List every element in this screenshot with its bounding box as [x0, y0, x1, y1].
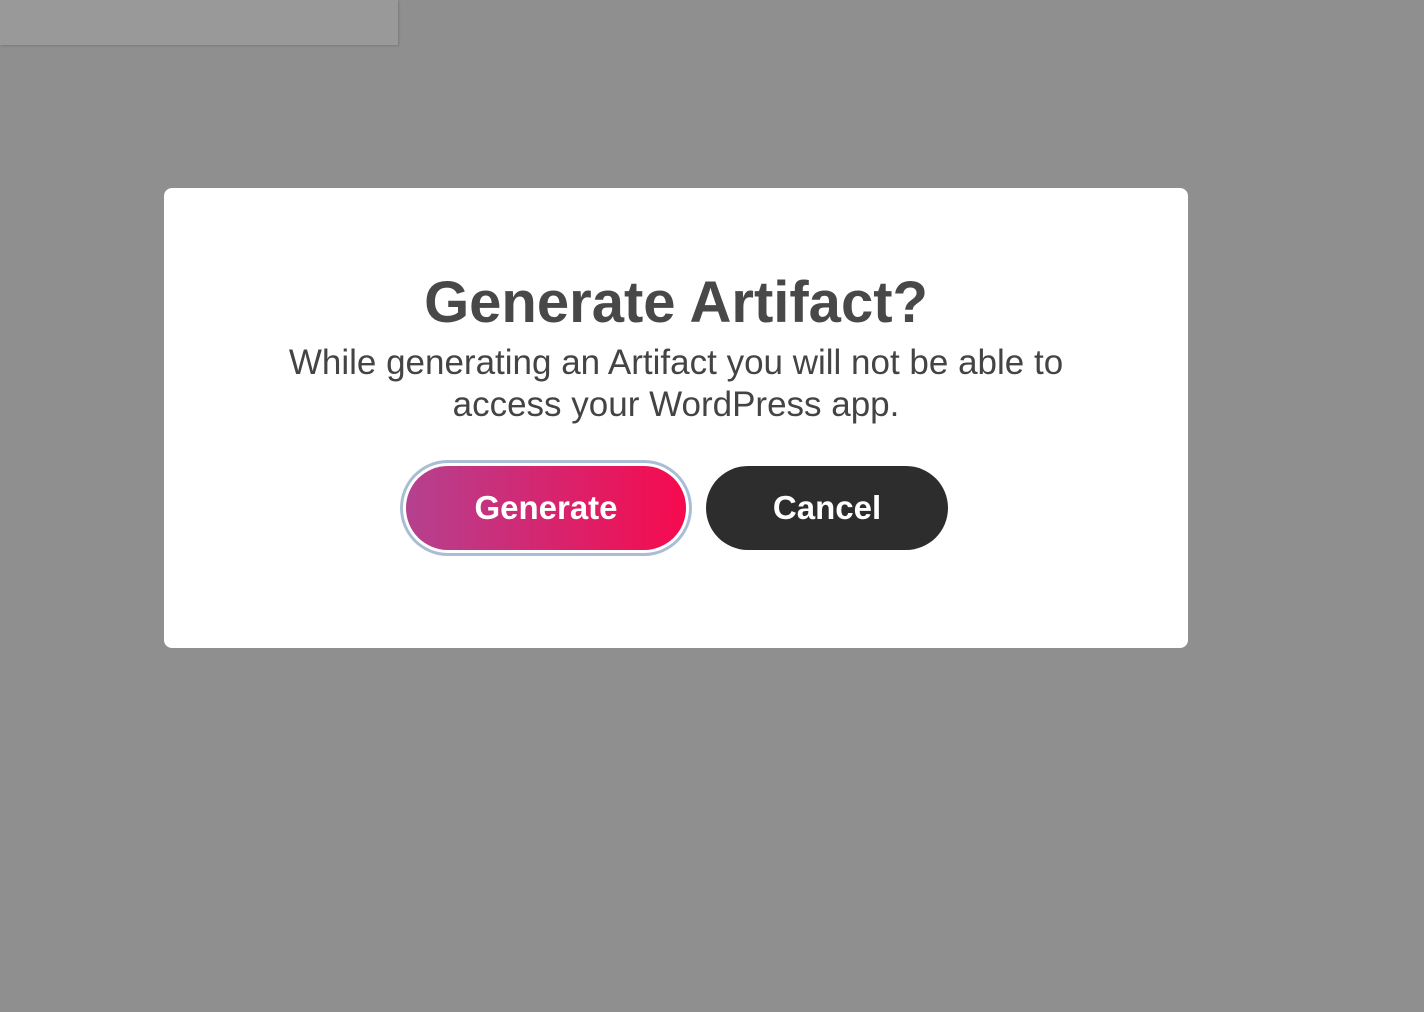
background-panel [0, 0, 398, 45]
generate-button[interactable]: Generate [406, 466, 686, 550]
cancel-button[interactable]: Cancel [706, 466, 948, 550]
dialog-message: While generating an Artifact you will no… [288, 343, 1064, 424]
generate-artifact-dialog: Generate Artifact? While generating an A… [164, 188, 1188, 648]
dialog-title: Generate Artifact? [424, 270, 928, 335]
dialog-buttons: Generate Cancel [164, 466, 1188, 550]
